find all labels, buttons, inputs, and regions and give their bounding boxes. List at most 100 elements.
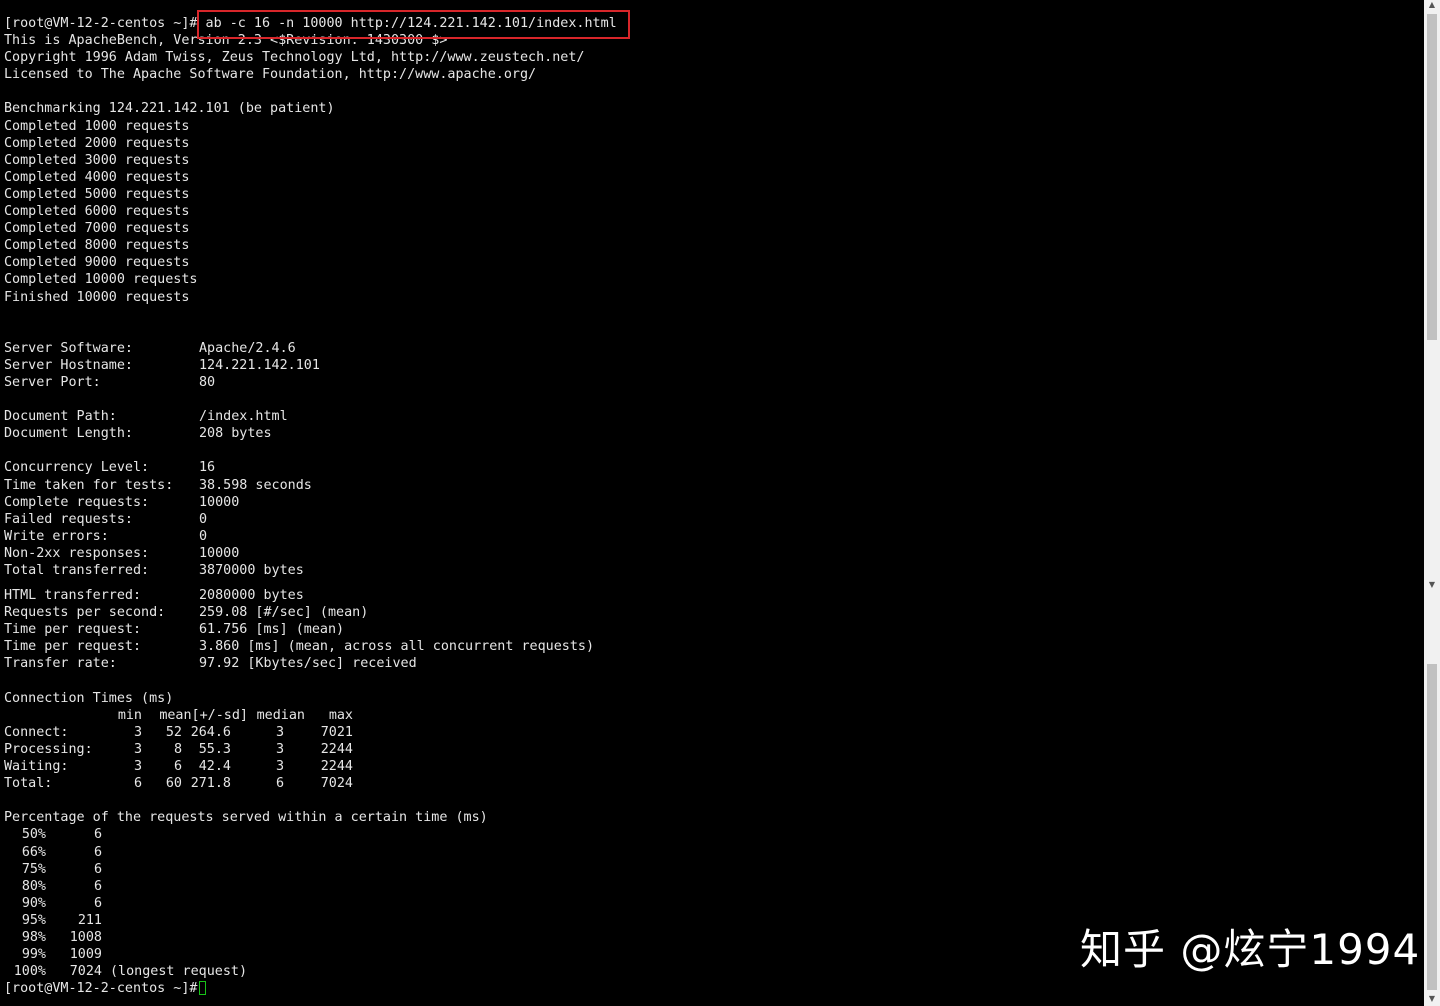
pct-value: 6 bbox=[93, 861, 102, 877]
ct-max: 2244 bbox=[320, 741, 353, 757]
progress-line: Completed 2000 requests bbox=[4, 135, 190, 151]
stat-value: 3870000 bytes bbox=[199, 563, 304, 578]
stat-row: Transfer rate: 97.92 [Kbytes/sec] receive… bbox=[4, 655, 1420, 672]
command-line: [root@VM-12-2-centos ~]# ab -c 16 -n 100… bbox=[4, 15, 1420, 32]
stat-row: HTML transferred: 2080000 bytes bbox=[4, 587, 1420, 604]
connection-times-row: Connect: 3 52 264.6 3 7021 bbox=[4, 724, 1420, 741]
percentage-row: 80% 6 bbox=[4, 878, 1420, 895]
ct-median: 3 bbox=[275, 741, 284, 757]
progress-line: Completed 4000 requests bbox=[4, 169, 190, 185]
stat-label: Write errors: bbox=[4, 528, 109, 544]
stat-row: Concurrency Level: 16 bbox=[4, 459, 1420, 476]
ct-min: 6 bbox=[133, 776, 142, 792]
stat-label: Failed requests: bbox=[4, 511, 133, 527]
stat-label: Requests per second: bbox=[4, 605, 166, 621]
stat-value: 0 bbox=[199, 511, 208, 527]
pct-label: 99% bbox=[21, 947, 46, 963]
ct-min: 3 bbox=[133, 759, 142, 775]
pct-value: 1008 bbox=[69, 929, 102, 945]
stat-label: Server Software: bbox=[4, 340, 133, 356]
stat-value: Apache/2.4.6 bbox=[199, 340, 296, 356]
stat-row: Failed requests: 0 bbox=[4, 511, 1420, 528]
stat-label: Non-2xx responses: bbox=[4, 545, 150, 561]
pct-label: 75% bbox=[21, 861, 46, 877]
pct-label: 90% bbox=[21, 895, 46, 911]
stat-label: Time taken for tests: bbox=[4, 477, 174, 493]
stat-label: Document Path: bbox=[4, 409, 117, 425]
ct-mean: 60 bbox=[165, 776, 182, 792]
percentage-row: 50% 6 bbox=[4, 826, 1420, 843]
ct-min: 3 bbox=[133, 724, 142, 740]
progress-line: Completed 6000 requests bbox=[4, 204, 190, 220]
stat-value: 80 bbox=[199, 374, 216, 390]
stat-value: 3.860 [ms] (mean, across all concurrent … bbox=[199, 639, 595, 655]
stat-row: Requests per second: 259.08 [#/sec] (mean… bbox=[4, 604, 1420, 621]
stat-label: Complete requests: bbox=[4, 494, 150, 510]
stat-label: HTML transferred: bbox=[4, 588, 142, 604]
percentage-row: 90% 6 bbox=[4, 895, 1420, 912]
scrollbar-thumb[interactable] bbox=[1427, 664, 1437, 990]
scroll-down-arrow-icon[interactable]: ▼ bbox=[1428, 994, 1436, 1003]
stat-value: /index.html bbox=[199, 409, 288, 425]
stat-label: Transfer rate: bbox=[4, 656, 117, 672]
stat-value: 16 bbox=[199, 460, 216, 476]
pct-value: 7024 bbox=[69, 964, 102, 980]
watermark-text: 知乎 @炫宁1994 bbox=[1080, 925, 1421, 974]
pct-label: 50% bbox=[21, 827, 46, 843]
terminal-window[interactable]: [root@VM-12-2-centos ~]# ab -c 16 -n 100… bbox=[0, 0, 1424, 1006]
stat-label: Time per request: bbox=[4, 639, 142, 655]
pct-label: 98% bbox=[21, 929, 46, 945]
prompt-line[interactable]: [root@VM-12-2-centos ~]# bbox=[4, 980, 1420, 997]
progress-line: Completed 8000 requests bbox=[4, 238, 190, 254]
stat-row: Document Path: /index.html bbox=[4, 408, 1420, 425]
stat-value: 208 bytes bbox=[199, 426, 272, 442]
ct-label: Total: bbox=[4, 776, 53, 792]
terminal-output: [root@VM-12-2-centos ~]# ab -c 16 -n 100… bbox=[4, 15, 1420, 997]
ct-label: Connect: bbox=[4, 724, 69, 740]
shell-prompt: [root@VM-12-2-centos ~]# bbox=[4, 981, 198, 997]
ct-header-median: median bbox=[256, 707, 305, 723]
stat-row: Server Port: 80 bbox=[4, 374, 1420, 391]
stat-value: 259.08 [#/sec] (mean) bbox=[199, 605, 369, 621]
ct-label: Waiting: bbox=[4, 759, 69, 775]
stat-label: Time per request: bbox=[4, 622, 142, 638]
progress-line: Finished 10000 requests bbox=[4, 289, 190, 305]
progress-line: Completed 5000 requests bbox=[4, 186, 190, 202]
stat-row: Write errors: 0 bbox=[4, 528, 1420, 545]
ct-median: 3 bbox=[275, 724, 284, 740]
ct-mean: 8 bbox=[173, 741, 182, 757]
ct-max: 7021 bbox=[320, 724, 353, 740]
ct-max: 2244 bbox=[320, 759, 353, 775]
connection-times-header: min mean[+/-sd] median max bbox=[4, 707, 1420, 724]
progress-line: Completed 9000 requests bbox=[4, 255, 190, 271]
connection-times-row: Total: 6 60 271.8 6 7024 bbox=[4, 775, 1420, 792]
pct-value: 6 bbox=[93, 844, 102, 860]
pct-label: 95% bbox=[21, 912, 46, 928]
ct-min: 3 bbox=[133, 741, 142, 757]
stat-value: 124.221.142.101 bbox=[199, 357, 320, 373]
ct-mean: 6 bbox=[173, 759, 182, 775]
vertical-scrollbar[interactable]: ▲ ▼ ▼ bbox=[1424, 0, 1440, 1006]
pct-label: 80% bbox=[21, 878, 46, 894]
stat-label: Document Length: bbox=[4, 426, 133, 442]
stat-value: 97.92 [Kbytes/sec] received bbox=[199, 656, 417, 672]
connection-times-row: Processing: 3 8 55.3 3 2244 bbox=[4, 741, 1420, 758]
header-line: This is ApacheBench, Version 2.3 <$Revis… bbox=[4, 33, 448, 49]
stat-value: 0 bbox=[199, 528, 208, 544]
stat-value: 61.756 [ms] (mean) bbox=[199, 622, 345, 638]
progress-line: Completed 1000 requests bbox=[4, 118, 190, 134]
header-line: Copyright 1996 Adam Twiss, Zeus Technolo… bbox=[4, 50, 585, 66]
scrollbar-thumb[interactable] bbox=[1427, 14, 1437, 340]
scroll-down-arrow-icon[interactable]: ▼ bbox=[1428, 580, 1436, 589]
benchmark-line: Benchmarking 124.221.142.101 (be patient… bbox=[4, 101, 335, 117]
connection-times-row: Waiting: 3 6 42.4 3 2244 bbox=[4, 758, 1420, 775]
scroll-up-arrow-icon[interactable]: ▲ bbox=[1428, 0, 1436, 9]
pct-value: 211 bbox=[77, 912, 102, 928]
stat-row: Non-2xx responses: 10000 bbox=[4, 545, 1420, 562]
pct-value: 6 bbox=[93, 878, 102, 894]
